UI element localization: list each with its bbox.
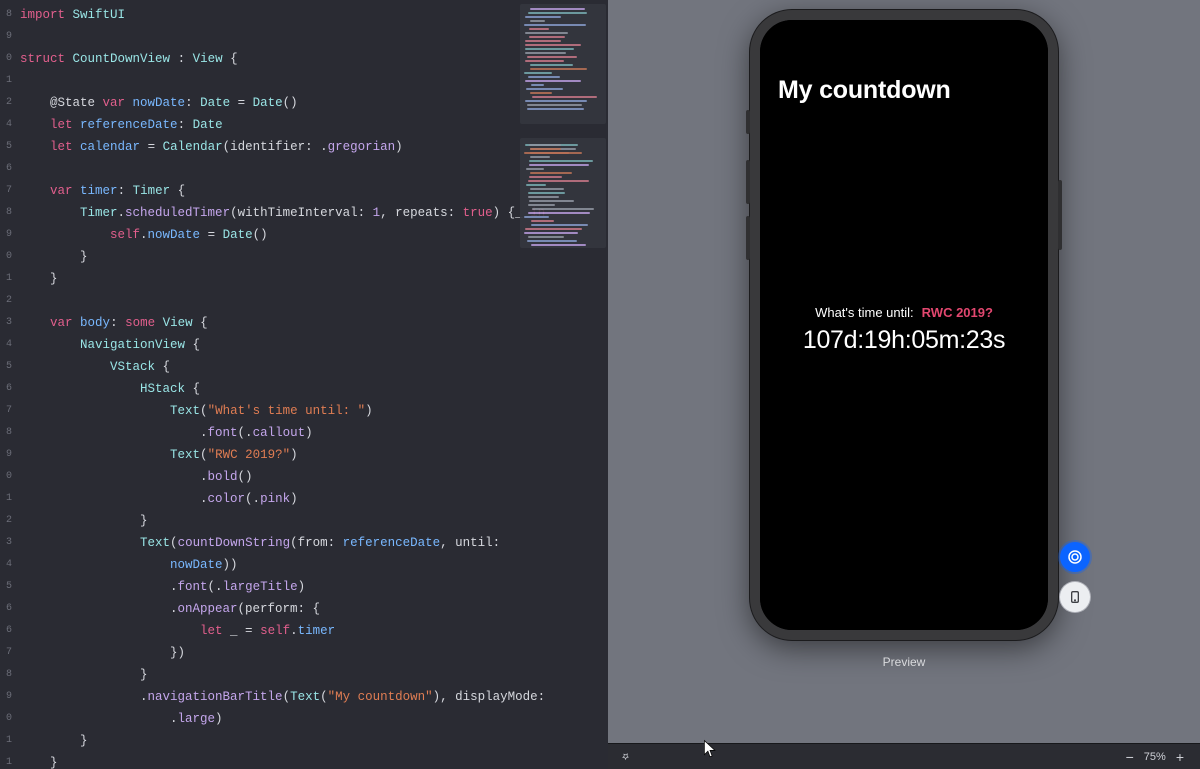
mouse-cursor-icon (703, 739, 717, 759)
preview-canvas[interactable]: My countdown What's time until: RWC 2019… (608, 0, 1200, 769)
nav-bar-title: My countdown (778, 76, 951, 105)
live-preview-button[interactable] (1060, 542, 1090, 572)
preview-bottom-bar: − 75% + (608, 743, 1200, 769)
editor-gutter: 8901245678901234567890123456678901112345… (0, 0, 14, 769)
phone-screen[interactable]: My countdown What's time until: RWC 2019… (760, 20, 1048, 630)
countdown-block: What's time until: RWC 2019? 107d:19h:05… (760, 305, 1048, 355)
code-editor[interactable]: 8901245678901234567890123456678901112345… (0, 0, 608, 769)
phone-volume-up (746, 160, 750, 204)
zoom-level: 75% (1144, 751, 1166, 763)
countdown-question: What's time until: RWC 2019? (760, 305, 1048, 320)
question-prefix: What's time until: (815, 305, 914, 320)
countdown-value: 107d:19h:05m:23s (760, 326, 1048, 355)
iphone-frame: My countdown What's time until: RWC 2019… (750, 10, 1058, 640)
app-root: 8901245678901234567890123456678901112345… (0, 0, 1200, 769)
device-settings-button[interactable] (1060, 582, 1090, 612)
phone-mute-switch (746, 110, 750, 134)
zoom-out-button[interactable]: − (1124, 750, 1136, 764)
question-highlight: RWC 2019? (922, 305, 993, 320)
editor-code[interactable]: import SwiftUI struct CountDownView : Vi… (14, 0, 608, 769)
pin-icon[interactable] (618, 750, 632, 764)
canvas-action-buttons (1060, 542, 1090, 612)
preview-label: Preview (608, 655, 1200, 669)
zoom-in-button[interactable]: + (1174, 750, 1186, 764)
phone-power-button (1058, 180, 1062, 250)
phone-volume-down (746, 216, 750, 260)
